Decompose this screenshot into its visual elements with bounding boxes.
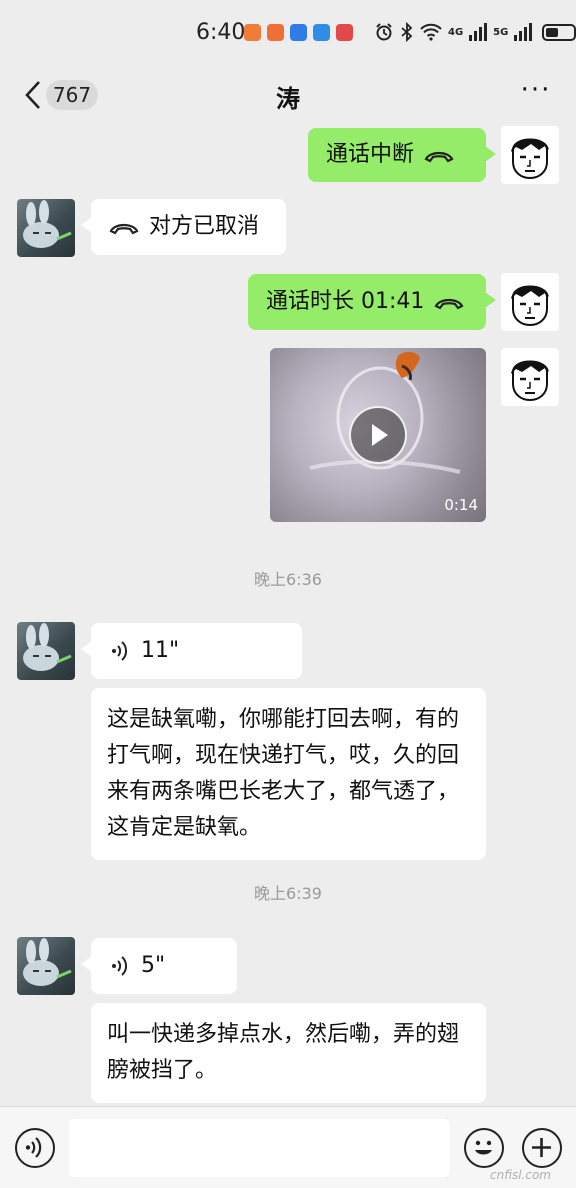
voice-transcript[interactable]: 这是缺氧嘞，你哪能打回去啊，有的打气啊，现在快递打气，哎，久的回来有两条嘴巴长老… [91, 688, 486, 860]
call-message-self[interactable]: 通话时长 01:41 [248, 274, 496, 330]
status-bar: 6:40 4G 5G [0, 0, 576, 64]
video-duration: 0:14 [444, 496, 478, 514]
avatar-peer[interactable] [17, 199, 75, 257]
app-notification-icon [267, 24, 284, 41]
status-indicators: 4G 5G [374, 22, 576, 42]
bunny-avatar-image [23, 623, 72, 671]
voice-icon [25, 1137, 42, 1158]
cartoon-face-avatar [511, 285, 549, 327]
voice-message[interactable]: 5" [81, 938, 237, 994]
transcript-text: 叫一快递多掉点水，然后嘞，弄的翅膀被挡了。 [107, 1022, 460, 1083]
signal-5g-icon [514, 23, 533, 41]
avatar-self[interactable] [501, 126, 559, 184]
watermark: cnfisl.com [490, 1168, 551, 1182]
app-notification-icon [313, 24, 330, 41]
app-notification-icon [244, 24, 261, 41]
voice-duration: 11" [141, 638, 180, 663]
chat-header: 767 涛 ··· [0, 64, 576, 126]
transcript-text: 这是缺氧嘞，你哪能打回去啊，有的打气啊，现在快递打气，哎，久的回来有两条嘴巴长老… [107, 707, 460, 840]
message-timestamp: 晚上6:39 [254, 884, 322, 903]
call-message-peer[interactable]: 对方已取消 [81, 199, 286, 255]
voice-input-button[interactable] [15, 1128, 55, 1168]
phone-hangup-icon [424, 151, 454, 163]
wifi-icon [420, 23, 442, 41]
play-button[interactable] [349, 406, 407, 464]
emoji-button[interactable] [464, 1128, 504, 1168]
plus-icon [532, 1138, 551, 1157]
smiley-icon [475, 1140, 492, 1155]
voice-duration: 5" [141, 953, 166, 978]
voice-transcript[interactable]: 叫一快递多掉点水，然后嘞，弄的翅膀被挡了。 [91, 1003, 486, 1103]
message-timestamp: 晚上6:36 [254, 570, 322, 589]
phone-hangup-icon [434, 298, 464, 310]
network-4g-label: 4G [448, 26, 464, 38]
avatar-self[interactable] [501, 348, 559, 406]
phone-hangup-icon [109, 223, 139, 235]
app-notification-icon [336, 24, 353, 41]
call-duration-text: 通话时长 01:41 [266, 289, 425, 314]
app-notification-icon [290, 24, 307, 41]
avatar-self[interactable] [501, 273, 559, 331]
call-status-text: 对方已取消 [149, 214, 260, 239]
bluetooth-icon [401, 22, 413, 42]
voice-wave-icon [112, 641, 128, 661]
avatar-peer[interactable] [17, 622, 75, 680]
more-button[interactable]: ··· [516, 77, 556, 110]
voice-message[interactable]: 11" [81, 623, 302, 679]
avatar-peer[interactable] [17, 937, 75, 995]
cartoon-face-avatar [511, 360, 549, 402]
chat-title: 涛 [276, 85, 300, 113]
status-time: 6:40 [196, 20, 246, 45]
voice-wave-icon [112, 956, 128, 976]
network-5g-label: 5G [493, 26, 509, 38]
status-app-icons [244, 24, 353, 41]
video-message[interactable]: 0:14 [270, 348, 486, 522]
call-message-self[interactable]: 通话中断 [308, 128, 496, 182]
battery-icon [542, 23, 576, 41]
bunny-avatar-image [23, 200, 72, 248]
more-actions-button[interactable] [522, 1128, 562, 1168]
signal-4g-icon [469, 23, 488, 41]
alarm-icon [376, 23, 392, 41]
play-icon [372, 424, 388, 446]
message-input[interactable] [69, 1119, 450, 1177]
bunny-avatar-image [23, 938, 72, 986]
message-list[interactable]: 通话中断 对方已取消 通话时长 01:41 0:14 晚上6:36 11" 这是… [0, 126, 576, 1106]
cartoon-face-avatar [511, 138, 549, 180]
call-status-text: 通话中断 [326, 142, 415, 167]
battery-level [546, 27, 559, 37]
